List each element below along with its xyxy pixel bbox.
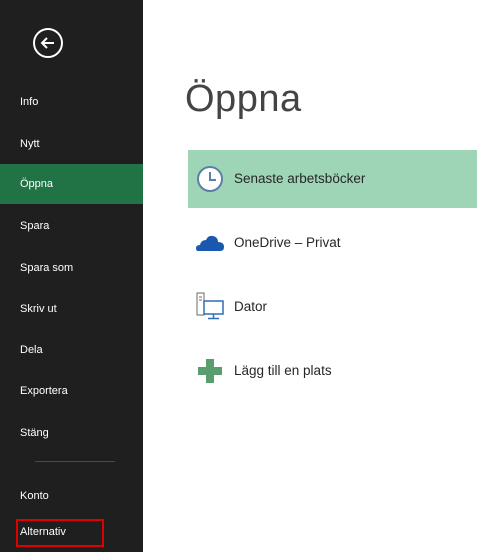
nav-item-info[interactable]: Info: [0, 82, 143, 122]
nav-item-exportera[interactable]: Exportera: [0, 371, 143, 411]
nav-item-oppna[interactable]: Öppna: [0, 164, 143, 204]
back-arrow-icon: [40, 37, 54, 49]
nav-item-label: Spara: [20, 220, 50, 232]
nav-item-label: Öppna: [20, 178, 54, 190]
nav-item-label: Spara som: [20, 262, 74, 274]
nav-item-konto[interactable]: Konto: [0, 476, 143, 516]
computer-icon: [196, 292, 224, 320]
nav-item-label: Konto: [20, 490, 49, 502]
nav-item-label: Exportera: [20, 385, 68, 397]
nav-item-dela[interactable]: Dela: [0, 330, 143, 370]
nav-item-skriv-ut[interactable]: Skriv ut: [0, 289, 143, 329]
nav-item-nytt[interactable]: Nytt: [0, 124, 143, 164]
nav-item-label: Stäng: [20, 427, 49, 439]
location-computer[interactable]: Dator: [188, 278, 477, 336]
nav-item-stang[interactable]: Stäng: [0, 413, 143, 453]
sidebar-separator: [35, 461, 115, 462]
cloud-icon: [196, 235, 224, 251]
location-label: OneDrive – Privat: [234, 235, 341, 250]
location-add-place[interactable]: Lägg till en plats: [188, 342, 477, 400]
back-button[interactable]: [33, 28, 63, 58]
nav-item-label: Nytt: [20, 138, 40, 150]
location-onedrive[interactable]: OneDrive – Privat: [188, 214, 477, 272]
highlight-outline: [16, 519, 104, 547]
location-label: Lägg till en plats: [234, 363, 332, 378]
nav-item-label: Info: [20, 96, 39, 108]
clock-icon: [197, 166, 223, 192]
plus-icon: [198, 359, 222, 383]
page-title: Öppna: [185, 78, 302, 120]
backstage-sidebar: Info Nytt Öppna Spara Spara som Skriv ut…: [0, 0, 143, 552]
location-label: Dator: [234, 299, 268, 314]
nav-item-spara-som[interactable]: Spara som: [0, 248, 143, 288]
nav-item-spara[interactable]: Spara: [0, 206, 143, 246]
nav-item-alternativ[interactable]: Alternativ: [0, 512, 143, 552]
location-recent-workbooks[interactable]: Senaste arbetsböcker: [188, 150, 477, 208]
location-label: Senaste arbetsböcker: [234, 171, 366, 186]
nav-item-label: Skriv ut: [20, 303, 57, 315]
nav-item-label: Dela: [20, 344, 43, 356]
